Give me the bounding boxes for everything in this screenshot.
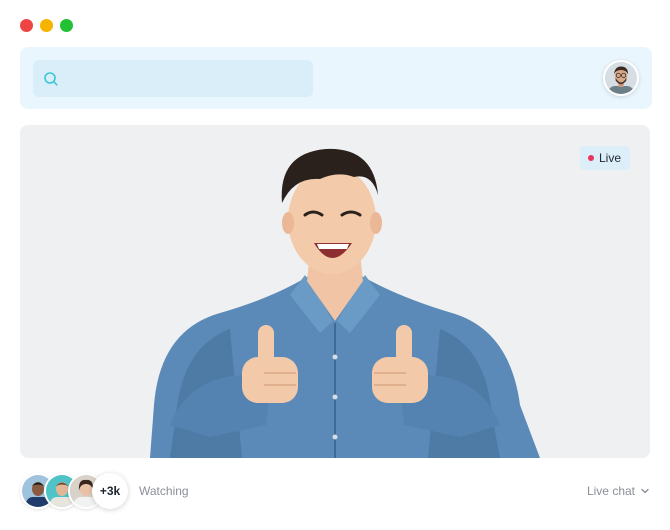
search-input[interactable] [69,60,305,97]
streamer-image [150,148,540,458]
search-bar[interactable] [33,60,313,97]
window-controls [20,19,73,32]
live-chat-toggle[interactable]: Live chat [587,484,650,498]
minimize-window-button[interactable] [40,19,53,32]
viewer-count[interactable]: +3k [92,473,128,509]
live-badge-label: Live [598,151,621,165]
stream-footer: +3k Watching Live chat [20,472,652,512]
live-chat-label: Live chat [586,484,635,498]
top-bar [20,47,652,109]
chevron-down-icon [641,488,649,494]
video-stream[interactable]: Live [20,125,650,458]
watching-label: Watching [139,484,189,498]
viewer-group[interactable]: +3k [20,473,128,509]
close-window-button[interactable] [20,19,33,32]
live-badge: Live [579,146,630,170]
live-indicator-dot [587,155,594,161]
search-icon [44,72,58,86]
user-avatar[interactable] [603,60,639,96]
maximize-window-button[interactable] [60,19,73,32]
